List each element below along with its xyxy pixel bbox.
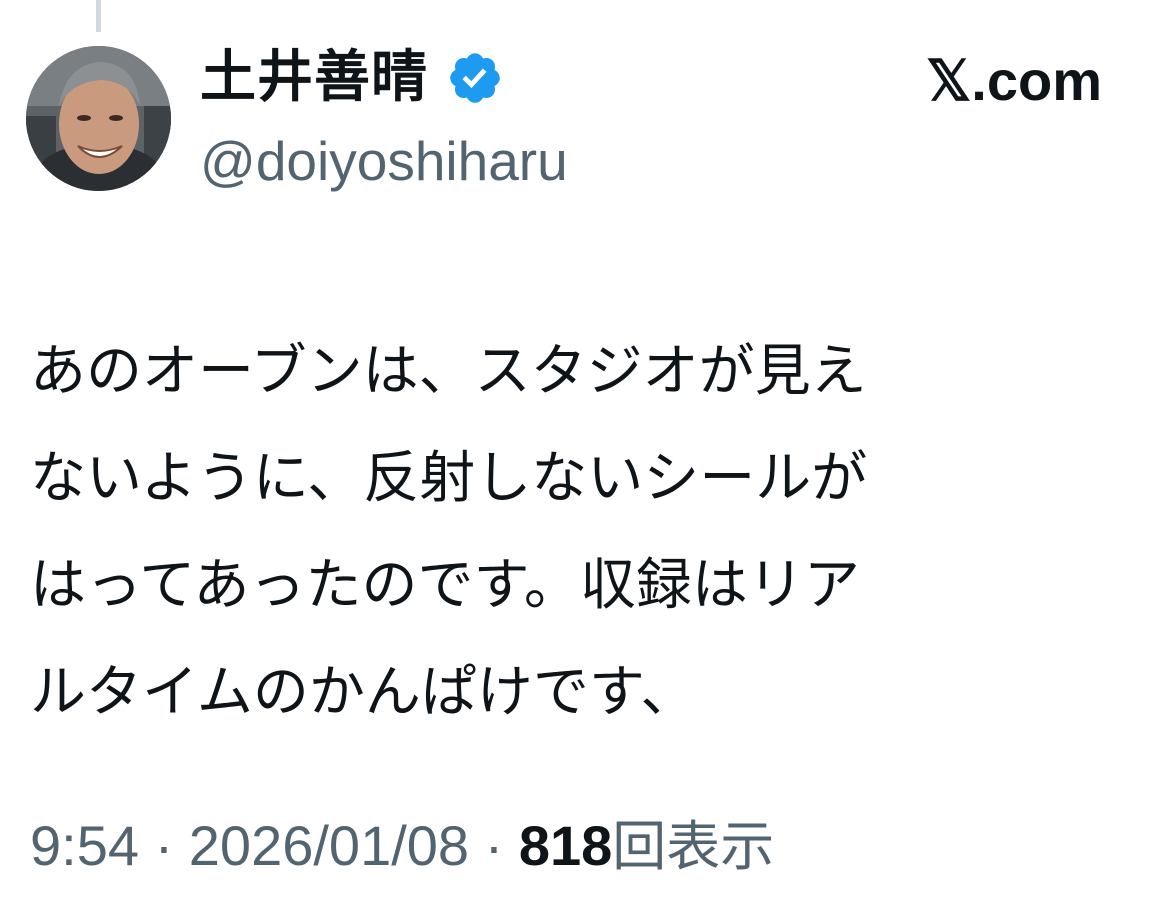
tweet-text-line: はってあったのです。収録はリア (30, 553, 860, 618)
author-handle[interactable]: @doiyoshiharu (200, 126, 568, 196)
avatar[interactable] (26, 46, 171, 191)
author-name-row: 土井善晴 (200, 42, 504, 114)
verified-badge-icon[interactable] (446, 49, 504, 107)
tweet-text-line: ないように、反射しないシールが (30, 446, 868, 511)
author-display-name[interactable]: 土井善晴 (200, 42, 428, 114)
views-count: 818 (518, 814, 613, 877)
tweet-text-line: ルタイムのかんぱけです、 (30, 660, 697, 725)
thread-connector-line (96, 0, 101, 32)
meta-separator: · (154, 814, 174, 877)
x-logo[interactable]: 𝕏.com (926, 46, 1102, 116)
tweet-meta: 9:54 · 2026/01/08 · 818回表示 (30, 806, 774, 887)
meta-separator: · (484, 814, 504, 877)
avatar-photo (26, 46, 171, 191)
tweet-text: あのオーブンは、スタジオが見え ないように、反射しないシールが はってあったので… (30, 318, 1130, 746)
tweet-date[interactable]: 2026/01/08 (189, 814, 469, 877)
tweet-text-line: あのオーブンは、スタジオが見え (30, 339, 867, 404)
tweet-time[interactable]: 9:54 (30, 814, 139, 877)
views-label: 回表示 (612, 815, 775, 878)
